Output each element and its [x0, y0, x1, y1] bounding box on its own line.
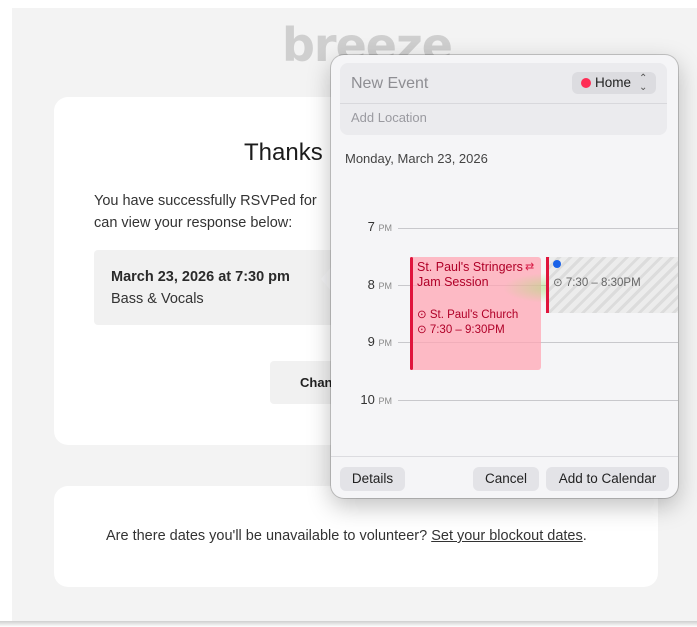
hour-label-7pm: 7 PM — [332, 219, 392, 234]
hour-ampm: PM — [378, 223, 393, 233]
hour-number: 7 — [367, 219, 375, 234]
cancel-button[interactable]: Cancel — [473, 467, 539, 491]
header-divider — [340, 103, 667, 104]
new-event-popover: New Event Home ⌃ ⌄ Add Location Monday, M… — [331, 55, 678, 498]
existing-event-time: ⊙ 7:30 – 9:30PM — [417, 322, 505, 336]
new-event-dot-icon — [553, 260, 561, 268]
hour-number: 8 — [367, 277, 375, 292]
footer-divider — [331, 456, 678, 457]
location-pin-icon: ⊙ — [417, 309, 427, 321]
response-box: March 23, 2026 at 7:30 pm Bass & Vocals — [94, 250, 344, 325]
change-response-label: Chan — [300, 375, 333, 390]
event-color-bar — [410, 257, 413, 370]
clock-icon: ⊙ — [553, 277, 563, 289]
response-date: March 23, 2026 at 7:30 pm — [111, 269, 290, 285]
hour-ampm: PM — [378, 396, 393, 406]
blockout-dates-link[interactable]: Set your blockout dates — [431, 528, 583, 544]
window-edge-shadow — [0, 621, 697, 627]
hour-line-7pm — [398, 228, 678, 229]
clock-icon: ⊙ — [417, 324, 427, 336]
event-title-input[interactable]: New Event — [351, 75, 428, 93]
event-date: Monday, March 23, 2026 — [345, 151, 488, 166]
calendar-selector-label: Home — [595, 75, 632, 90]
calendar-selector[interactable]: Home ⌃ ⌄ — [572, 72, 656, 94]
response-role: Bass & Vocals — [111, 291, 204, 307]
hour-number: 10 — [360, 392, 375, 407]
blockout-prompt: Are there dates you'll be unavailable to… — [106, 528, 587, 544]
existing-event-location: ⊙ St. Paul's Church — [417, 307, 518, 321]
details-button[interactable]: Details — [340, 467, 405, 491]
hour-ampm: PM — [378, 281, 393, 291]
blockout-question: Are there dates you'll be unavailable to… — [106, 528, 432, 544]
hour-number: 9 — [367, 334, 375, 349]
rsvp-line-1: You have successfully RSVPed for — [94, 193, 317, 209]
hour-line-10pm — [398, 400, 678, 401]
event-header-box: New Event Home ⌃ ⌄ Add Location — [340, 63, 667, 135]
new-event-block[interactable]: ⊙ 7:30 – 8:30PM — [546, 257, 678, 313]
hour-label-10pm: 10 PM — [332, 392, 392, 407]
chevron-up-down-icon: ⌃ ⌄ — [639, 73, 648, 93]
existing-event-location-text: St. Paul's Church — [429, 309, 519, 321]
hour-label-9pm: 9 PM — [332, 334, 392, 349]
thanks-heading: Thanks — [244, 139, 323, 166]
rsvp-confirmation-text: You have successfully RSVPed for can vie… — [94, 190, 334, 234]
blockout-period: . — [582, 528, 587, 544]
repeat-icon: ⇄ — [525, 261, 535, 273]
new-event-time: ⊙ 7:30 – 8:30PM — [553, 275, 641, 289]
new-event-time-text: 7:30 – 8:30PM — [565, 277, 641, 289]
calendar-color-dot-icon — [581, 78, 591, 88]
hour-label-8pm: 8 PM — [332, 277, 392, 292]
existing-event-time-text: 7:30 – 9:30PM — [429, 324, 505, 336]
rsvp-line-2: can view your response below: — [94, 215, 293, 231]
add-to-calendar-button[interactable]: Add to Calendar — [546, 467, 669, 491]
location-input[interactable]: Add Location — [351, 110, 427, 125]
new-event-color-bar — [546, 257, 549, 313]
hour-ampm: PM — [378, 338, 393, 348]
